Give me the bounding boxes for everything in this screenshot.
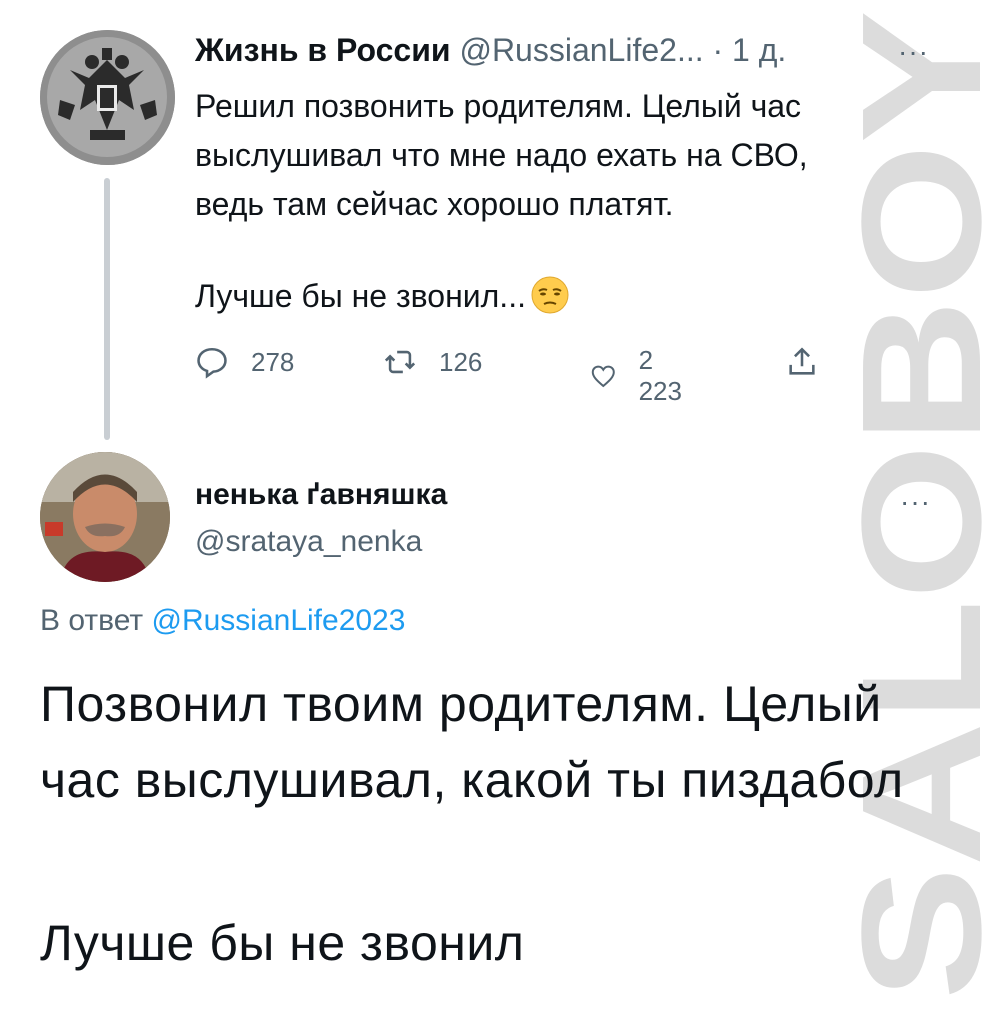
reply-prefix: В ответ	[40, 604, 144, 637]
reply-author-name[interactable]: ненька ґавняшка	[195, 478, 447, 512]
reply-icon	[197, 347, 227, 379]
separator-dot: ·	[712, 32, 724, 68]
like-count: 2 223	[638, 345, 682, 406]
reply-count: 278	[251, 346, 295, 377]
unamused-face-icon	[531, 276, 569, 314]
reply-button[interactable]: 278	[195, 345, 294, 379]
share-button[interactable]	[785, 345, 841, 379]
tweet-text-tail-label: Лучше бы не звонил...	[195, 278, 526, 314]
reply-context: В ответ @RussianLife2023	[40, 604, 405, 638]
like-button[interactable]: 2 223	[590, 345, 689, 407]
retweet-button[interactable]: 126	[383, 345, 482, 379]
share-icon	[789, 347, 815, 375]
profile-photo	[40, 452, 170, 582]
heart-icon	[591, 365, 615, 388]
avatar[interactable]	[40, 452, 170, 582]
retweet-count: 126	[439, 346, 483, 377]
author-name[interactable]: Жизнь в России	[195, 32, 451, 68]
reply-author-handle[interactable]: @srataya_nenka	[195, 525, 422, 559]
more-options-icon[interactable]: ···	[900, 486, 931, 518]
thread-line	[104, 178, 110, 440]
tweet-text-tail: Лучше бы не звонил...	[195, 275, 570, 316]
author-handle[interactable]: @RussianLife2...	[459, 32, 703, 68]
tweet-time[interactable]: 1 д.	[732, 32, 786, 68]
reply-text-tail: Лучше бы не звонил	[40, 915, 525, 971]
avatar[interactable]	[40, 30, 175, 165]
coat-of-arms-icon	[40, 30, 175, 165]
more-options-icon[interactable]: ···	[898, 36, 929, 68]
reply-text: Позвонил твоим родителям. Целый час высл…	[40, 676, 904, 808]
reply-mention-link[interactable]: @RussianLife2023	[151, 604, 405, 637]
tweet-text: Решил позвонить родителям. Целый час выс…	[195, 88, 817, 222]
tweet-header: Жизнь в России @RussianLife2... · 1 д.	[195, 32, 786, 69]
retweet-icon	[384, 350, 416, 374]
